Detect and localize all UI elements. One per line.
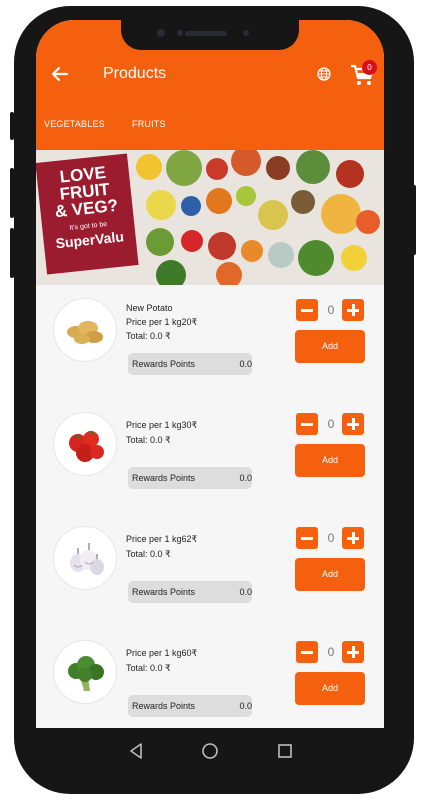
product-list: New Potato Price per 1 kg20₹ Total: 0.0 …	[36, 285, 384, 728]
rewards-points: Rewards Points 0.0	[128, 353, 252, 375]
rewards-value: 0.0	[239, 473, 252, 483]
tab-fruits[interactable]: FRUITS	[132, 119, 166, 129]
rewards-value: 0.0	[239, 587, 252, 597]
product-card: New Potato Price per 1 kg20₹ Total: 0.0 …	[36, 285, 384, 399]
plus-icon[interactable]	[342, 641, 364, 663]
product-price: Price per 1 kg30₹	[126, 420, 198, 430]
add-button[interactable]: Add	[295, 672, 365, 705]
add-button[interactable]: Add	[295, 444, 365, 477]
product-name: New Potato	[126, 303, 173, 313]
product-total: Total: 0.0 ₹	[126, 549, 171, 559]
product-total: Total: 0.0 ₹	[126, 663, 171, 673]
rewards-value: 0.0	[239, 359, 252, 369]
minus-icon[interactable]	[296, 527, 318, 549]
product-price: Price per 1 kg62₹	[126, 534, 198, 544]
phone-side-button	[10, 112, 14, 140]
product-image-potato	[53, 298, 117, 362]
rewards-points: Rewards Points 0.0	[128, 695, 252, 717]
add-button[interactable]: Add	[295, 330, 365, 363]
minus-icon[interactable]	[296, 641, 318, 663]
rewards-value: 0.0	[239, 701, 252, 711]
add-button[interactable]: Add	[295, 558, 365, 591]
quantity-value: 0	[327, 417, 335, 431]
minus-icon[interactable]	[296, 413, 318, 435]
quantity-value: 0	[327, 303, 335, 317]
plus-icon[interactable]	[342, 527, 364, 549]
product-card: Price per 1 kg30₹ Total: 0.0 ₹ Rewards P…	[36, 399, 384, 513]
arrow-left-icon[interactable]	[50, 64, 70, 84]
camera-notch	[121, 20, 299, 50]
promo-sign: LOVE FRUIT & VEG? It's got to be SuperVa…	[36, 153, 139, 275]
product-price: Price per 1 kg20₹	[126, 317, 198, 327]
phone-power-button	[412, 185, 416, 255]
product-total: Total: 0.0 ₹	[126, 331, 171, 341]
product-total: Total: 0.0 ₹	[126, 435, 171, 445]
quantity-value: 0	[327, 645, 335, 659]
rewards-label: Rewards Points	[132, 473, 196, 483]
page-title: Products	[103, 65, 167, 82]
rewards-points: Rewards Points 0.0	[128, 581, 252, 603]
cart-count-badge: 0	[362, 60, 377, 75]
product-card: Price per 1 kg62₹ Total: 0.0 ₹ Rewards P…	[36, 513, 384, 627]
quantity-value: 0	[327, 531, 335, 545]
rewards-label: Rewards Points	[132, 587, 196, 597]
product-card: Price per 1 kg60₹ Total: 0.0 ₹ Rewards P…	[36, 627, 384, 728]
nav-recents-icon[interactable]	[277, 743, 293, 759]
system-nav-bar	[36, 728, 384, 774]
globe-icon[interactable]	[317, 67, 331, 81]
app-screen: Products 0 VEGETABLES FRUITS LOVE FRUIT …	[36, 20, 384, 728]
product-image-garlic	[53, 526, 117, 590]
product-price: Price per 1 kg60₹	[126, 648, 198, 658]
product-image-tomato	[53, 412, 117, 476]
tab-vegetables[interactable]: VEGETABLES	[44, 119, 105, 129]
rewards-points: Rewards Points 0.0	[128, 467, 252, 489]
phone-volume-up-button	[10, 168, 14, 218]
rewards-label: Rewards Points	[132, 701, 196, 711]
plus-icon[interactable]	[342, 413, 364, 435]
product-image-broccoli	[53, 640, 117, 704]
nav-home-icon[interactable]	[201, 742, 219, 760]
phone-volume-down-button	[10, 228, 14, 278]
rewards-label: Rewards Points	[132, 359, 196, 369]
minus-icon[interactable]	[296, 299, 318, 321]
plus-icon[interactable]	[342, 299, 364, 321]
nav-back-icon[interactable]	[128, 742, 144, 760]
